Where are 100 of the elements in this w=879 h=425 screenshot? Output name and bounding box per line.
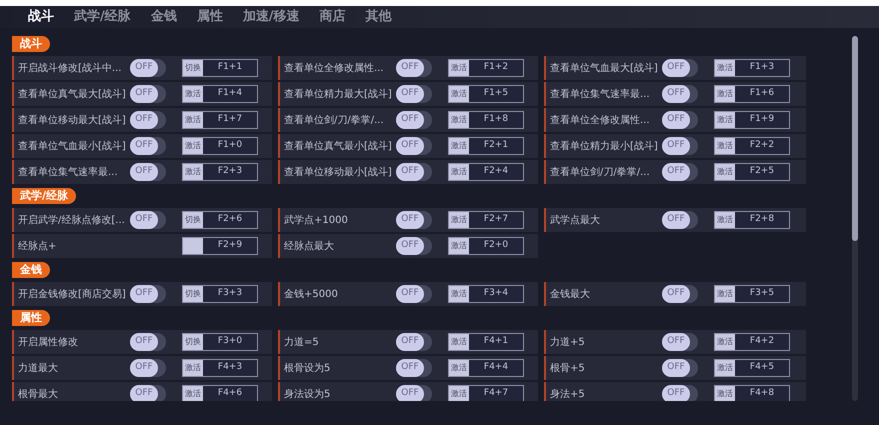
- mode-label: 激活: [715, 360, 735, 376]
- mode-label: 激活: [449, 238, 469, 254]
- hotkey-label: F1+5: [482, 87, 510, 100]
- hotkey-box[interactable]: 激活 F2+3: [182, 163, 258, 181]
- hotkey-box[interactable]: 激活 F4+5: [714, 359, 790, 377]
- toggle-switch[interactable]: OFF: [396, 385, 432, 401]
- mode-label: 激活: [449, 360, 469, 376]
- hotkey-label: F2+9: [216, 239, 244, 252]
- hotkey-label: F2+8: [748, 213, 776, 226]
- toggle-switch[interactable]: OFF: [130, 385, 166, 401]
- toggle-switch[interactable]: OFF: [396, 211, 432, 229]
- toggle-switch[interactable]: OFF: [396, 359, 432, 377]
- toggle-switch[interactable]: OFF: [662, 333, 698, 351]
- toggle-switch[interactable]: OFF: [396, 333, 432, 351]
- hotkey-label: F2+3: [216, 165, 244, 178]
- toggle-switch[interactable]: OFF: [130, 359, 166, 377]
- toggle-switch[interactable]: OFF: [130, 137, 166, 155]
- hotkey-label: F2+2: [748, 139, 776, 152]
- toggle-switch[interactable]: OFF: [662, 385, 698, 401]
- hotkey-box[interactable]: 激活 F1+8: [448, 111, 524, 129]
- scrollbar[interactable]: [852, 36, 858, 401]
- toggle-switch[interactable]: OFF: [662, 85, 698, 103]
- mode-label: 激活: [715, 212, 735, 228]
- hotkey-box[interactable]: 激活 F2+4: [448, 163, 524, 181]
- hotkey-box[interactable]: 激活 F3+5: [714, 285, 790, 303]
- toggle-switch[interactable]: OFF: [130, 111, 166, 129]
- scrollbar-thumb[interactable]: [852, 36, 858, 241]
- toggle-switch[interactable]: OFF: [662, 285, 698, 303]
- hotkey-label: F2+0: [482, 239, 510, 252]
- hotkey-box[interactable]: 激活 F3+4: [448, 285, 524, 303]
- option-label: 武学点+1000: [284, 214, 349, 228]
- hotkey-box[interactable]: 激活 F1+7: [182, 111, 258, 129]
- hotkey-box[interactable]: 激活 F1+9: [714, 111, 790, 129]
- hotkey-box[interactable]: 激活 F2+0: [448, 237, 524, 255]
- hotkey-box[interactable]: 激活 F1+4: [182, 85, 258, 103]
- toggle-switch[interactable]: OFF: [662, 137, 698, 155]
- toggle-switch[interactable]: OFF: [662, 163, 698, 181]
- option-label: 身法设为5: [284, 388, 332, 401]
- option-label: 根骨设为5: [284, 362, 332, 376]
- hotkey-box[interactable]: 激活 F4+3: [182, 359, 258, 377]
- hotkey-box[interactable]: 激活 F4+1: [448, 333, 524, 351]
- hotkey-box[interactable]: 激活 F4+4: [448, 359, 524, 377]
- toggle-switch[interactable]: OFF: [662, 111, 698, 129]
- tab[interactable]: 属性: [196, 7, 223, 27]
- mode-label: 激活: [449, 386, 469, 401]
- toggle-switch[interactable]: OFF: [396, 163, 432, 181]
- option-label: 查看单位精力最大[战斗]: [284, 88, 393, 102]
- hotkey-box[interactable]: 激活 F2+2: [714, 137, 790, 155]
- option-label: 身法+5: [550, 388, 586, 401]
- hotkey-box[interactable]: 切换 F3+0: [182, 333, 258, 351]
- tab[interactable]: 其他: [366, 7, 392, 27]
- toggle-switch[interactable]: OFF: [396, 111, 432, 129]
- tab[interactable]: 加速/移速: [242, 7, 300, 27]
- toggle-switch[interactable]: OFF: [130, 163, 166, 181]
- hotkey-box[interactable]: 激活 F4+7: [448, 385, 524, 401]
- toggle-switch[interactable]: OFF: [662, 59, 698, 77]
- mode-label: 激活: [715, 386, 735, 401]
- hotkey-box[interactable]: F2+9: [182, 237, 258, 255]
- hotkey-box[interactable]: 激活 F1+2: [448, 59, 524, 77]
- toggle-switch[interactable]: OFF: [396, 59, 432, 77]
- toggle-switch[interactable]: OFF: [396, 137, 432, 155]
- hotkey-box[interactable]: 切换 F2+6: [182, 211, 258, 229]
- toggle-switch[interactable]: OFF: [130, 333, 166, 351]
- mode-label: 激活: [449, 112, 469, 128]
- hotkey-box[interactable]: 激活 F2+5: [714, 163, 790, 181]
- toggle-switch[interactable]: OFF: [662, 211, 698, 229]
- toggle-switch[interactable]: OFF: [396, 285, 432, 303]
- mode-label: 激活: [183, 164, 203, 180]
- option-label: 武学点最大: [550, 214, 601, 228]
- tab[interactable]: 商店: [320, 7, 346, 27]
- hotkey-box[interactable]: 激活 F4+8: [714, 385, 790, 401]
- hotkey-box[interactable]: 激活 F1+3: [714, 59, 790, 77]
- hotkey-box[interactable]: 激活 F2+7: [448, 211, 524, 229]
- option-label: 金钱最大: [550, 288, 591, 302]
- hotkey-label: F3+3: [216, 287, 244, 300]
- toggle-switch[interactable]: OFF: [130, 285, 166, 303]
- mode-label: 激活: [715, 60, 735, 76]
- section-header: 战斗: [12, 36, 50, 52]
- toggle-switch[interactable]: OFF: [130, 85, 166, 103]
- tab[interactable]: 金钱: [150, 7, 177, 27]
- hotkey-box[interactable]: 激活 F1+6: [714, 85, 790, 103]
- hotkey-box[interactable]: 切换 F3+3: [182, 285, 258, 303]
- hotkey-box[interactable]: 激活 F2+1: [448, 137, 524, 155]
- option-label: 经脉点最大: [284, 240, 335, 254]
- toggle-switch[interactable]: OFF: [130, 59, 166, 77]
- toggle-switch[interactable]: OFF: [130, 211, 166, 229]
- toggle-switch[interactable]: OFF: [662, 359, 698, 377]
- hotkey-box[interactable]: 激活 F4+2: [714, 333, 790, 351]
- toggle-switch[interactable]: OFF: [396, 237, 432, 255]
- hotkey-box[interactable]: 激活 F1+0: [182, 137, 258, 155]
- mode-label: 激活: [183, 138, 203, 154]
- hotkey-box[interactable]: 激活 F4+6: [182, 385, 258, 401]
- option-label: 开启武学/经脉点修改[...: [18, 214, 126, 228]
- tab[interactable]: 武学/经脉: [74, 7, 131, 27]
- hotkey-box[interactable]: 激活 F2+8: [714, 211, 790, 229]
- hotkey-box[interactable]: 激活 F1+5: [448, 85, 524, 103]
- toggle-switch[interactable]: OFF: [396, 85, 432, 103]
- hotkey-box[interactable]: 切换 F1+1: [182, 59, 258, 77]
- tab[interactable]: 战斗: [28, 7, 54, 27]
- mode-label: 激活: [715, 86, 735, 102]
